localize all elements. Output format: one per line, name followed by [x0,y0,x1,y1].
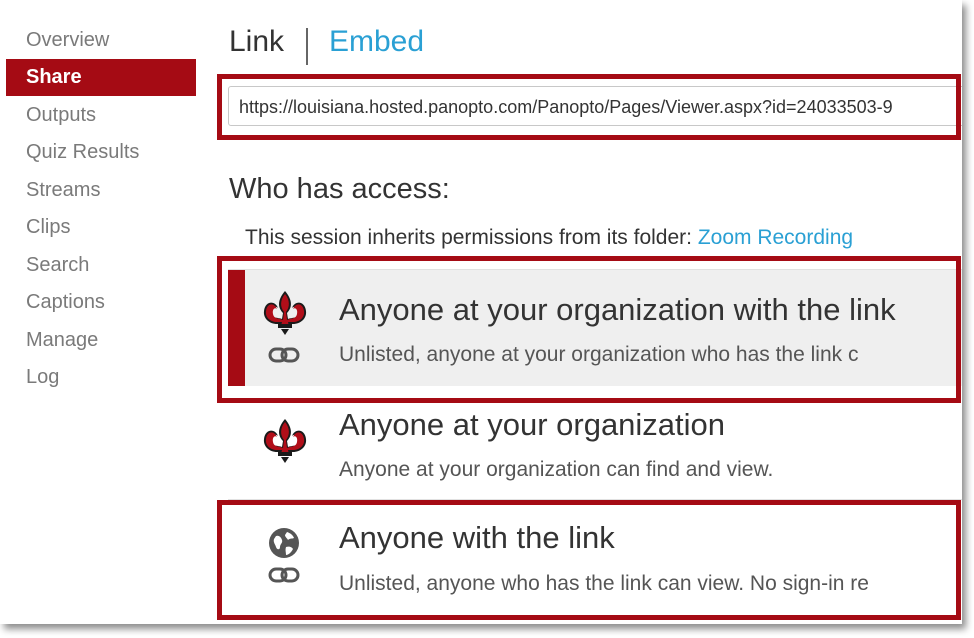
sidebar-item-overview[interactable]: Overview [6,22,196,59]
sidebar-item-search[interactable]: Search [6,247,196,284]
share-url-field[interactable]: https://louisiana.hosted.panopto.com/Pan… [228,86,962,126]
tab-link[interactable]: Link [229,25,284,59]
sidebar-item-share[interactable]: Share [6,59,196,96]
selected-indicator [228,270,245,386]
sidebar-item-streams[interactable]: Streams [6,172,196,209]
option-description: Unlisted, anyone who has the link can vi… [339,572,869,595]
option-title: Anyone with the link [339,520,615,555]
sidebar-item-clips[interactable]: Clips [6,209,196,246]
link-icon [268,565,300,585]
option-description: Anyone at your organization can find and… [339,458,774,481]
option-title: Anyone at your organization [339,407,726,442]
sidebar-item-captions[interactable]: Captions [6,284,196,321]
inherit-folder-link[interactable]: Zoom Recording [698,226,853,249]
tab-embed[interactable]: Embed [329,25,424,59]
option-title: Anyone at your organization with the lin… [339,292,896,327]
access-option-org[interactable]: Anyone at your organization Anyone at yo… [228,403,962,498]
access-option-org-with-link[interactable]: Anyone at your organization with the lin… [228,270,962,386]
access-option-anyone-with-link[interactable]: Anyone with the link Unlisted, anyone wh… [228,500,962,624]
share-panel: Overview Share Outputs Quiz Results Stre… [0,0,962,624]
sidebar-item-manage[interactable]: Manage [6,322,196,359]
option-description: Unlisted, anyone at your organization wh… [339,343,859,366]
fleur-de-lis-icon [261,417,309,465]
globe-icon [268,527,300,559]
link-icon [268,345,300,365]
tab-divider [306,28,308,65]
inherit-permissions-label: This session inherits permissions from i… [245,226,698,249]
sidebar-item-quiz-results[interactable]: Quiz Results [6,134,196,171]
sidebar-item-log[interactable]: Log [6,359,196,396]
inherit-permissions-text: This session inherits permissions from i… [245,226,853,250]
sidebar-nav: Overview Share Outputs Quiz Results Stre… [0,0,198,624]
access-heading: Who has access: [229,173,450,205]
fleur-de-lis-icon [261,289,309,337]
sidebar-item-outputs[interactable]: Outputs [6,97,196,134]
